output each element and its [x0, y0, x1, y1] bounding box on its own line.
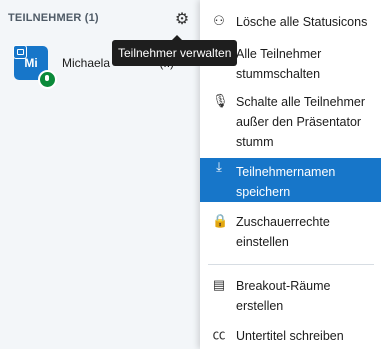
menu-item-label: Teilnehmernamen speichern	[236, 165, 336, 199]
save-names-icon: ⤓	[216, 159, 222, 174]
microphone-icon	[38, 70, 57, 89]
menu-item-label: Schalte alle Teilnehmer außer den Präsen…	[236, 95, 366, 149]
menu-item-mute-except-presenter[interactable]: 🎙 Schalte alle Teilnehmer außer den Präs…	[200, 92, 381, 156]
avatar-initials: Mi	[24, 56, 38, 70]
menu-item-label: Untertitel schreiben	[236, 329, 344, 343]
participants-header: TEILNEHMER (1)	[8, 12, 99, 24]
menu-item-breakout-rooms[interactable]: ▤ Breakout-Räume erstellen	[200, 276, 381, 320]
lock-icon: 🔒	[212, 213, 229, 228]
gear-icon[interactable]: ⚙	[173, 10, 191, 28]
presenter-icon	[13, 45, 27, 59]
menu-item-viewer-permissions[interactable]: 🔒 Zuschauerrechte einstellen	[200, 212, 381, 256]
menu-item-clear-status[interactable]: ⚇ Lösche alle Statusicons	[200, 12, 381, 34]
captions-icon: ㏄	[212, 327, 226, 342]
menu-item-label: Zuschauerrechte einstellen	[236, 215, 330, 249]
mute-except-presenter-icon: 🎙	[212, 93, 229, 108]
menu-item-captions[interactable]: ㏄ Untertitel schreiben	[200, 326, 381, 348]
menu-divider	[208, 264, 374, 265]
menu-item-label: Breakout-Räume erstellen	[236, 279, 331, 313]
menu-item-label: Alle Teilnehmer stummschalten	[236, 47, 322, 81]
menu-item-save-names[interactable]: ⤓ Teilnehmernamen speichern	[200, 158, 381, 202]
breakout-icon: ▤	[212, 277, 226, 292]
manage-participants-tooltip: Teilnehmer verwalten	[112, 35, 238, 66]
participant-name-text: Michaela	[62, 56, 111, 70]
clear-status-icon: ⚇	[213, 13, 225, 28]
menu-item-label: Lösche alle Statusicons	[236, 15, 368, 29]
